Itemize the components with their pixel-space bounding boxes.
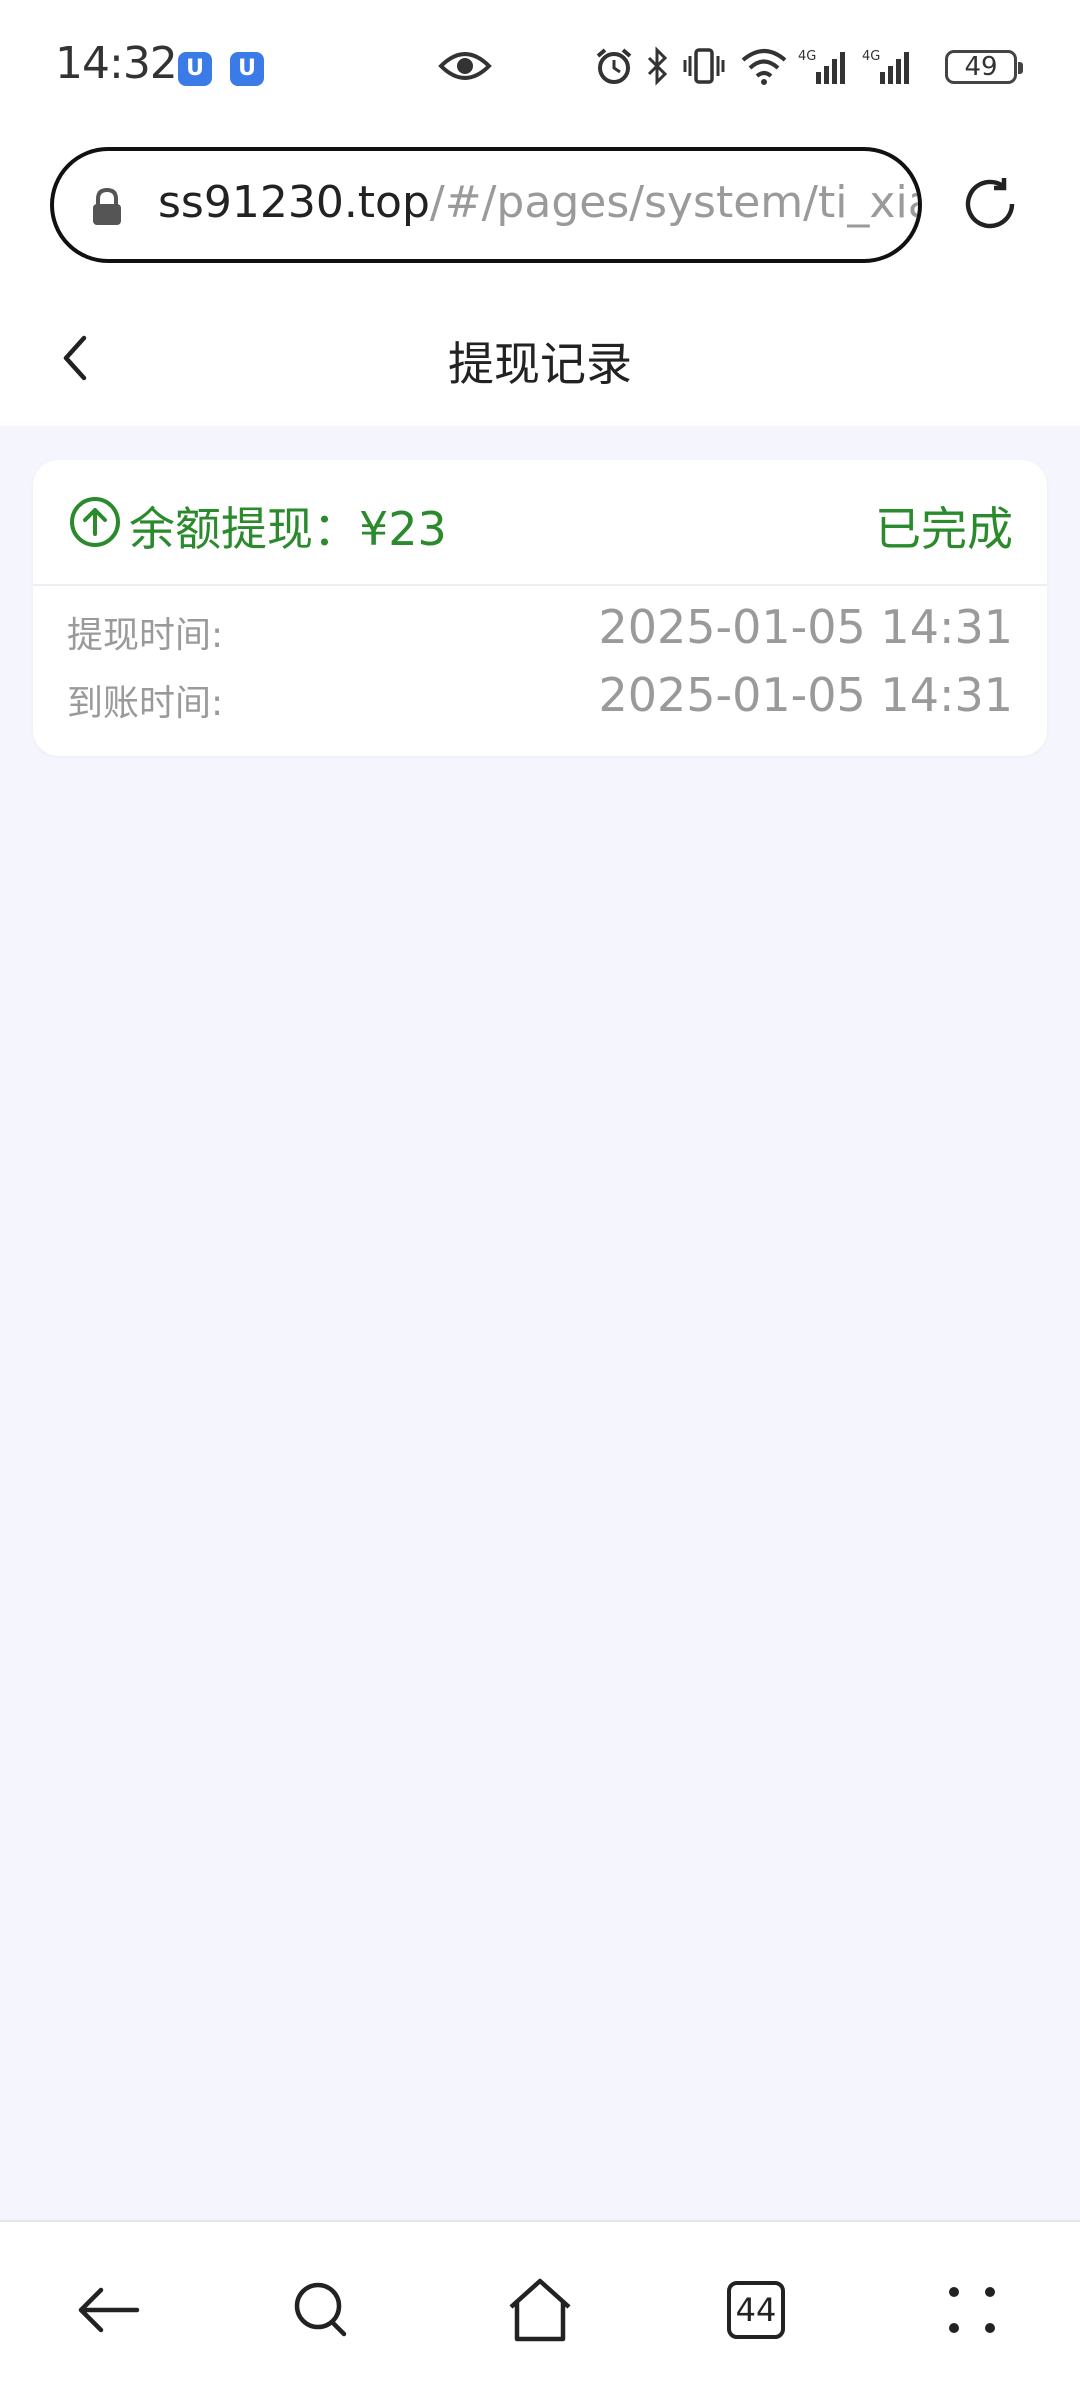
vibrate-icon [682, 46, 726, 90]
bluetooth-icon [646, 46, 670, 90]
url-host: ss91230.top [158, 177, 430, 228]
url-path: /#/pages/system/ti_xian [429, 177, 922, 228]
tabs-button[interactable]: 44 [716, 2270, 796, 2350]
app-notification-icon: U [178, 52, 212, 86]
reload-icon[interactable] [958, 172, 1022, 240]
record-title: 余额提现：¥23 [129, 502, 447, 556]
withdraw-time-label: 提现时间: [67, 615, 224, 656]
url-text[interactable]: ss91230.top/#/pages/system/ti_xian [158, 177, 922, 228]
signal-4g-icon: 4G [798, 46, 850, 90]
menu-dots-icon[interactable] [932, 2270, 1012, 2350]
status-bar: 14:32 U U 4G 4G 49 [0, 0, 1080, 134]
back-arrow-icon[interactable] [68, 2270, 148, 2350]
signal-4g-icon: 4G [862, 46, 914, 90]
withdrawal-record-card[interactable]: 余额提现：¥23 已完成 提现时间: 2025-01-05 14:31 到账时间… [33, 460, 1047, 756]
arrow-up-circle-icon [69, 496, 121, 552]
tabs-count: 44 [727, 2281, 785, 2339]
lock-icon[interactable] [90, 187, 124, 231]
battery-indicator: 49 [945, 50, 1023, 84]
home-icon[interactable] [500, 2270, 580, 2350]
status-badge: 已完成 [875, 502, 1013, 556]
svg-text:4G: 4G [862, 49, 880, 64]
arrival-time-value: 2025-01-05 14:31 [598, 668, 1013, 722]
alarm-icon [594, 46, 634, 90]
app-notification-icon: U [230, 52, 264, 86]
record-header: 余额提现：¥23 已完成 [33, 460, 1047, 586]
browser-bottom-nav: 44 [0, 2220, 1080, 2388]
withdraw-time-value: 2025-01-05 14:31 [598, 600, 1013, 654]
address-bar[interactable]: ss91230.top/#/pages/system/ti_xian [50, 147, 922, 263]
eye-icon [438, 48, 492, 88]
page-title: 提现记录 [448, 337, 632, 391]
svg-text:4G: 4G [798, 49, 816, 64]
wifi-icon [740, 46, 788, 90]
status-icons: 4G 4G [594, 46, 914, 90]
arrival-time-label: 到账时间: [67, 683, 224, 724]
status-time: 14:32 [55, 38, 178, 89]
search-icon[interactable] [282, 2270, 362, 2350]
